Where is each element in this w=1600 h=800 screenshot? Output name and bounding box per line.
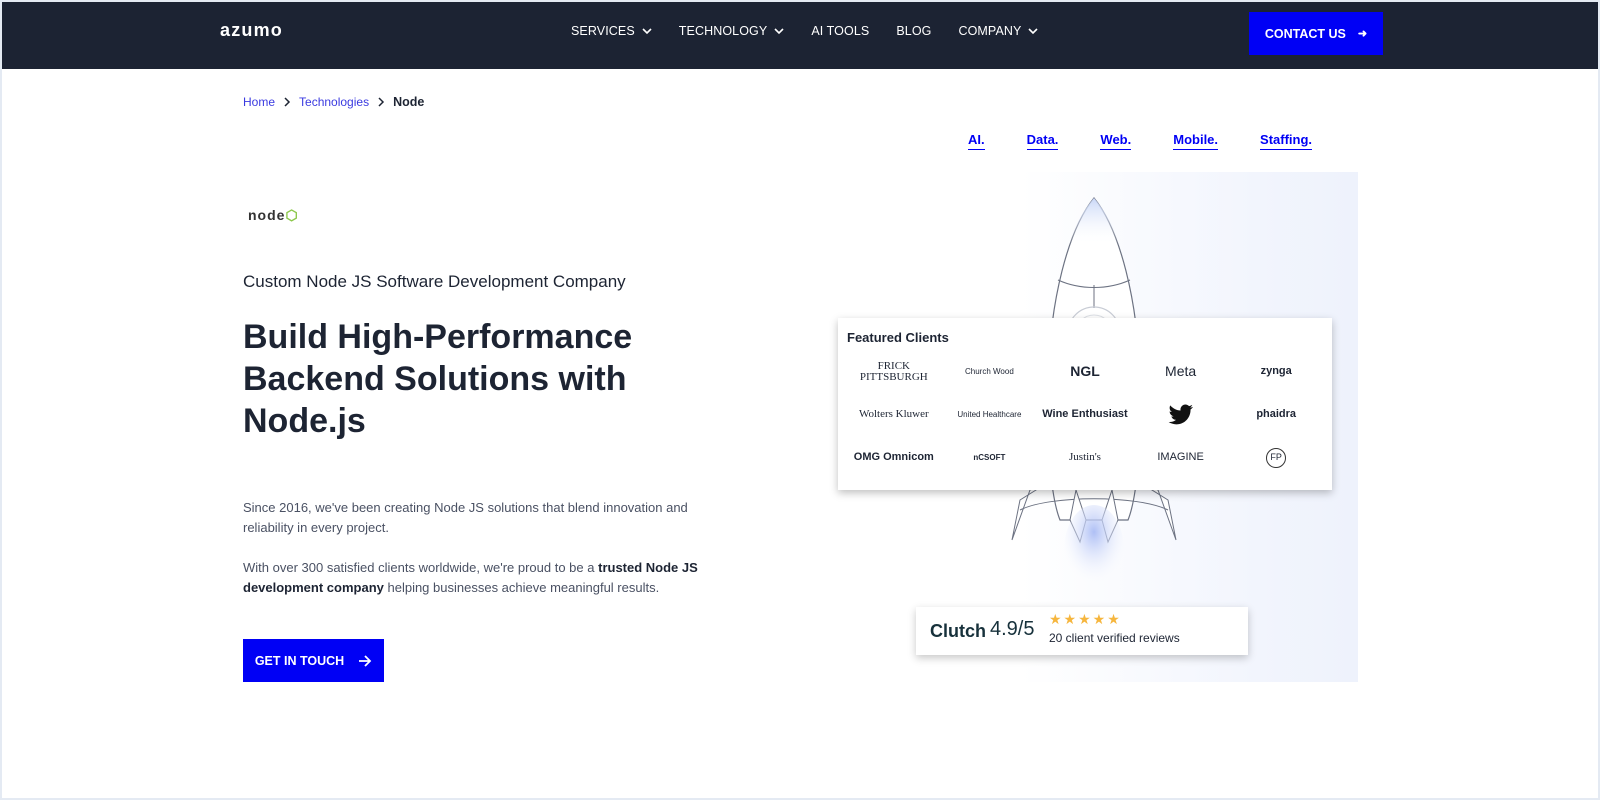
chevron-down-icon [774, 27, 784, 34]
twitter-icon [1168, 403, 1193, 424]
arrow-right-icon: ➜ [1357, 28, 1368, 40]
breadcrumb: Home Technologies Node [243, 95, 424, 109]
top-navbar: azumo SERVICES TECHNOLOGY AI TOOLS BLOG … [2, 2, 1598, 69]
breadcrumb-home[interactable]: Home [243, 95, 275, 109]
category-tags: AI. Data. Web. Mobile. Staffing. [968, 132, 1313, 150]
client-logo-twitter [1133, 393, 1229, 436]
menu-technology[interactable]: TECHNOLOGY [679, 24, 785, 38]
hero-paragraph-1: Since 2016, we've been creating Node JS … [243, 500, 688, 535]
menu-company-label: COMPANY [958, 24, 1022, 38]
clutch-rating-card[interactable]: Clutch 4.9/5 ★★★★★ 20 client verified re… [916, 607, 1248, 655]
client-logo-church: Church Wood [965, 366, 1014, 376]
client-logo-wolters-kluwer: Wolters Kluwer [858, 408, 929, 420]
clutch-logo: Clutch [930, 621, 986, 641]
client-logo-justins: Justin's [1069, 451, 1101, 463]
menu-blog-label: BLOG [896, 24, 932, 38]
menu-technology-label: TECHNOLOGY [678, 24, 768, 38]
contact-us-label: CONTACT US [1264, 26, 1346, 41]
tag-data[interactable]: Data. [1026, 132, 1059, 150]
main-menu: SERVICES TECHNOLOGY AI TOOLS BLOG COMPAN… [571, 24, 1039, 38]
chevron-down-icon [642, 27, 652, 34]
client-logo-zynga: zynga [1260, 365, 1292, 377]
chevron-down-icon [1028, 27, 1039, 34]
clutch-reviews-count: 20 client verified reviews [1049, 631, 1180, 645]
menu-ai-tools[interactable]: AI TOOLS [811, 24, 869, 38]
hero-kicker: Custom Node JS Software Development Comp… [243, 272, 626, 291]
menu-ai-tools-label: AI TOOLS [811, 24, 870, 38]
arrow-right-icon [359, 654, 372, 667]
menu-blog[interactable]: BLOG [896, 24, 931, 38]
p2-start: With over 300 satisfied clients worldwid… [243, 560, 599, 575]
client-logo-ngl: NGL [1070, 363, 1100, 379]
page-frame [0, 0, 1600, 800]
azumo-logo[interactable]: azumo [220, 20, 283, 41]
fp-logo-text: FP [1266, 447, 1287, 468]
menu-services-label: SERVICES [571, 24, 635, 38]
client-logo-wine-enthusiast: Wine Enthusiast [1042, 408, 1128, 420]
star-rating-icons: ★★★★★ [1049, 611, 1122, 627]
get-in-touch-button[interactable]: GET IN TOUCH [243, 639, 384, 682]
chevron-right-icon [378, 97, 385, 107]
breadcrumb-current: Node [393, 95, 425, 109]
client-logo-meta: Meta [1165, 363, 1197, 379]
client-logo-imagine: IMAGINE [1157, 451, 1204, 463]
menu-services[interactable]: SERVICES [571, 24, 652, 38]
menu-company[interactable]: COMPANY [958, 24, 1039, 38]
chevron-right-icon [284, 97, 291, 107]
featured-clients-title: Featured Clients [847, 330, 949, 345]
nodejs-logo-text: node [248, 207, 286, 223]
tag-ai[interactable]: AI. [968, 132, 985, 150]
tag-web[interactable]: Web. [1100, 132, 1132, 150]
client-logo-ncsoft: nCSOFT [973, 452, 1006, 462]
client-logo-frick: FRICK PITTSBURGH [859, 359, 928, 383]
client-logo-united-healthcare: United Healthcare [957, 409, 1022, 419]
hero-paragraph-2: With over 300 satisfied clients worldwid… [243, 558, 733, 598]
client-logo-grid: FRICK PITTSBURGH Church Wood NGL Meta zy… [846, 350, 1324, 479]
breadcrumb-technologies[interactable]: Technologies [299, 95, 369, 109]
p2-end: helping businesses achieve meaningful re… [383, 580, 660, 595]
featured-clients-card: Featured Clients FRICK PITTSBURGH Church… [838, 318, 1332, 490]
nodejs-logo: node⬡ [248, 207, 299, 223]
client-logo-phaidra: phaidra [1256, 408, 1297, 420]
get-in-touch-label: GET IN TOUCH [254, 653, 345, 668]
tag-mobile[interactable]: Mobile. [1173, 132, 1219, 150]
hero-headline: Build High-Performance Backend Solutions… [243, 318, 633, 440]
clutch-score: 4.9/5 [990, 618, 1035, 640]
tag-staffing[interactable]: Staffing. [1260, 132, 1313, 150]
client-logo-omnicom: OMG Omnicom [853, 451, 934, 463]
contact-us-button[interactable]: CONTACT US ➜ [1249, 12, 1383, 55]
client-logo-fp: FP [1228, 436, 1324, 479]
